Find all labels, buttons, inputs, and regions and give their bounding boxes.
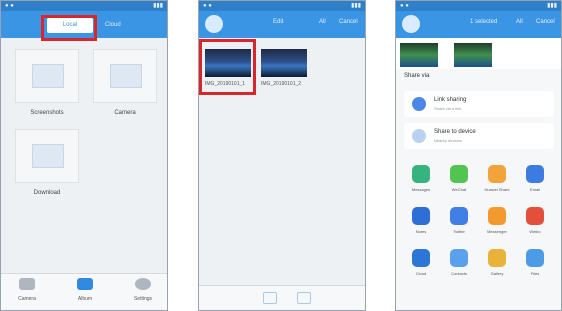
- card-title: Share to device: [434, 129, 476, 135]
- link-icon: [412, 97, 426, 111]
- share-header: 1 selected All Cancel: [396, 11, 561, 38]
- share-device-card[interactable]: Share to device Nearby devices: [404, 123, 554, 149]
- photo-thumbnail-2[interactable]: [261, 49, 307, 77]
- status-right: ▮▮▮: [547, 3, 557, 9]
- status-left: ● ●: [203, 3, 212, 9]
- app-label: Huawei Share: [484, 187, 510, 192]
- album-icon: [77, 278, 93, 290]
- app-label: Gallery: [490, 271, 504, 276]
- phone-screen-share: ● ● ▮▮▮ 1 selected All Cancel Share via …: [395, 0, 562, 311]
- phone-screen-album: ● ● ▮▮▮ Local Cloud Screenshots Camera D…: [0, 0, 168, 311]
- action-bar: [199, 285, 365, 310]
- wechat-icon: [450, 165, 468, 183]
- share-app-wechat[interactable]: WeChat: [442, 165, 476, 192]
- app-label: WeChat: [451, 187, 467, 192]
- app-label: Twitter: [453, 229, 465, 234]
- email-icon: [526, 165, 544, 183]
- selection-header: Edit All Cancel: [199, 11, 365, 38]
- files-icon: [526, 249, 544, 267]
- nav-settings[interactable]: Settings: [123, 278, 163, 302]
- phone-screen-selection: ● ● ▮▮▮ Edit All Cancel IMG_20190101_1 I…: [198, 0, 366, 311]
- folder-label-2: Camera: [114, 110, 136, 116]
- share-app-email[interactable]: Email: [518, 165, 552, 192]
- folder-label-3: Download: [33, 190, 61, 196]
- huawei-share-icon: [488, 165, 506, 183]
- share-app-cloud[interactable]: Cloud: [404, 249, 438, 276]
- tab-cloud[interactable]: Cloud: [105, 18, 127, 33]
- status-right: ▮▮▮: [153, 3, 163, 9]
- app-label: Email: [529, 187, 540, 192]
- status-left: ● ●: [5, 3, 14, 9]
- device-icon: [412, 129, 426, 143]
- app-label: Files: [530, 271, 540, 276]
- photo-caption-1: IMG_20190101_1: [205, 81, 246, 87]
- share-app-messages[interactable]: Messages: [404, 165, 438, 192]
- share-app-notes[interactable]: Notes: [404, 207, 438, 234]
- folder-thumb: [32, 64, 64, 88]
- card-title: Link sharing: [434, 97, 467, 103]
- app-label: Messenger: [487, 229, 507, 234]
- nav-label: Album: [77, 296, 93, 302]
- share-app-contacts[interactable]: Contacts: [442, 249, 476, 276]
- status-bar: ● ● ▮▮▮: [199, 1, 365, 11]
- share-app-messenger[interactable]: Messenger: [480, 207, 514, 234]
- folder-label-1: Screenshots: [30, 110, 64, 116]
- nav-label: Settings: [133, 296, 153, 302]
- avatar[interactable]: [205, 15, 223, 33]
- album-header: Local Cloud: [1, 11, 167, 38]
- contacts-icon: [450, 249, 468, 267]
- status-bar: ● ● ▮▮▮: [1, 1, 167, 11]
- cancel-button[interactable]: Cancel: [339, 19, 358, 25]
- select-all-button[interactable]: All: [516, 19, 523, 25]
- tab-local[interactable]: Local: [47, 18, 93, 33]
- photo-caption-2: IMG_20190101_2: [261, 81, 302, 87]
- share-link-card[interactable]: Link sharing Share via a link: [404, 91, 554, 117]
- avatar[interactable]: [402, 15, 420, 33]
- status-right: ▮▮▮: [351, 3, 361, 9]
- share-icon[interactable]: [297, 292, 311, 304]
- twitter-icon: [450, 207, 468, 225]
- folder-card-1[interactable]: [15, 49, 79, 103]
- share-app-twitter[interactable]: Twitter: [442, 207, 476, 234]
- camera-icon: [19, 278, 35, 290]
- folder-thumb: [110, 64, 142, 88]
- bottom-nav: Camera Album Settings: [1, 273, 167, 310]
- cloud-icon: [412, 249, 430, 267]
- selected-photo-2[interactable]: [454, 43, 492, 67]
- share-app-huawei-share[interactable]: Huawei Share: [480, 165, 514, 192]
- card-subtitle: Share via a link: [434, 106, 462, 111]
- share-app-files[interactable]: Files: [518, 249, 552, 276]
- nav-label: Camera: [18, 296, 36, 302]
- share-title: Share via: [404, 73, 430, 79]
- share-app-gallery[interactable]: Gallery: [480, 249, 514, 276]
- folder-thumb: [32, 144, 64, 168]
- header-title: 1 selected: [470, 19, 498, 25]
- status-bar: ● ● ▮▮▮: [396, 1, 561, 11]
- photo-thumbnail-1[interactable]: [205, 49, 251, 77]
- messages-icon: [412, 165, 430, 183]
- nav-camera[interactable]: Camera: [7, 278, 47, 302]
- app-label: Cloud: [415, 271, 427, 276]
- gear-icon: [135, 278, 151, 290]
- nav-album[interactable]: Album: [65, 278, 105, 302]
- share-sheet: Share via Link sharing Share via a link …: [396, 69, 561, 310]
- status-left: ● ●: [400, 3, 409, 9]
- app-label: Notes: [415, 229, 427, 234]
- folder-card-3[interactable]: [15, 129, 79, 183]
- notes-icon: [412, 207, 430, 225]
- messenger-icon: [488, 207, 506, 225]
- share-app-weibo[interactable]: Weibo: [518, 207, 552, 234]
- app-label: Weibo: [529, 229, 541, 234]
- app-label: Messages: [411, 187, 431, 192]
- weibo-icon: [526, 207, 544, 225]
- folder-card-2[interactable]: [93, 49, 157, 103]
- header-title: Edit: [273, 19, 284, 25]
- cancel-button[interactable]: Cancel: [536, 19, 555, 25]
- select-all-button[interactable]: All: [319, 19, 326, 25]
- delete-icon[interactable]: [263, 292, 277, 304]
- card-subtitle: Nearby devices: [434, 138, 462, 143]
- gallery-icon: [488, 249, 506, 267]
- app-label: Contacts: [451, 271, 467, 276]
- selected-photo-1[interactable]: [400, 43, 438, 67]
